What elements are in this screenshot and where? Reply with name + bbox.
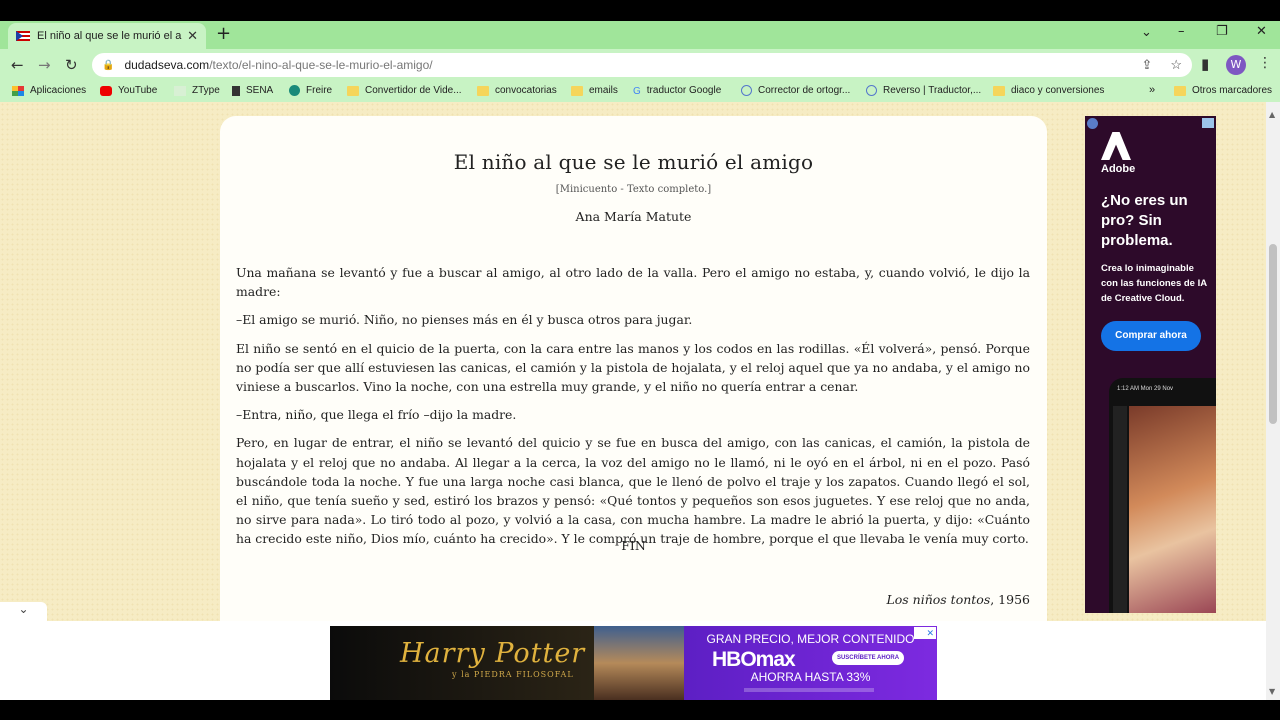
adobe-side-ad[interactable]: Adobe ¿No eres un pro? Sin problema. Cre… (1085, 116, 1216, 613)
reverso-icon (866, 85, 877, 96)
story-paragraph: –Entra, niño, que llega el frío –dijo la… (236, 407, 517, 423)
new-tab-button[interactable]: + (216, 23, 231, 44)
ad-info-icon[interactable] (1087, 118, 1098, 129)
more-bookmarks-chevron[interactable]: » (1149, 84, 1155, 96)
sena-icon (232, 85, 240, 96)
story-author[interactable]: Ana María Matute (220, 209, 1047, 224)
bookmark-sena[interactable]: SENA (232, 85, 273, 96)
tab-strip: El niño al que se le murió el amig ✕ + ⌄… (0, 21, 1280, 49)
bookmark-ztype[interactable]: ZType (174, 85, 220, 96)
bookmark-corrector[interactable]: Corrector de ortogr... (741, 85, 850, 96)
scroll-down-icon[interactable]: ▼ (1269, 687, 1275, 696)
hbo-fine-print (744, 688, 874, 692)
folder-icon (571, 85, 583, 96)
ad-body-text: Crea lo inimaginable con las funciones d… (1101, 263, 1207, 304)
bookmark-otros-marcadores[interactable]: Otros marcadores (1174, 85, 1272, 96)
story-body: Una mañana se levantó y fue a buscar al … (236, 263, 1030, 558)
lock-icon: 🔒 (102, 59, 115, 71)
bookmark-convertidor[interactable]: Convertidor de Vide... (347, 85, 462, 96)
story-source: Los niños tontos, 1956 (886, 592, 1030, 607)
hp-title: Harry Potter (400, 638, 586, 669)
hbo-max-logo: HBOmax (712, 648, 796, 671)
youtube-icon (100, 85, 112, 96)
scroll-up-icon[interactable]: ▲ (1269, 110, 1275, 119)
bookmark-aplicaciones[interactable]: Aplicaciones (12, 85, 86, 96)
back-arrow-icon[interactable]: ← (11, 56, 24, 74)
hbo-max-banner: GRAN PRECIO, MEJOR CONTENIDO HBOmax SUSC… (684, 626, 937, 700)
corrector-icon (741, 85, 752, 96)
tab-search-icon[interactable]: ⌄ (1141, 25, 1152, 40)
story-paragraph: Pero, en lugar de entrar, el niño se lev… (236, 435, 1030, 547)
maximize-icon[interactable]: ❐ (1216, 24, 1228, 39)
story-title: El niño al que se le murió el amigo (453, 150, 814, 174)
reload-icon[interactable]: ↻ (65, 56, 78, 74)
ad-close-icon[interactable] (1202, 118, 1214, 128)
story-card: El niño al que se le murió el amigo [Min… (220, 116, 1047, 621)
source-year: , 1956 (990, 592, 1030, 607)
bookmark-convocatorias[interactable]: convocatorias (477, 85, 557, 96)
bookmark-youtube[interactable]: YouTube (100, 85, 157, 96)
ad-buy-button[interactable]: Comprar ahora (1101, 321, 1201, 351)
source-book: Los niños tontos (886, 592, 991, 607)
story-paragraph: El niño se sentó en el quicio de la puer… (236, 340, 1030, 395)
bottom-banner-ad[interactable]: Harry Potter y la PIEDRA FILOSOFAL GRAN … (330, 626, 937, 700)
folder-icon (347, 85, 359, 96)
ad-phone-artwork (1129, 406, 1216, 613)
flag-favicon-icon (16, 31, 30, 41)
url-field[interactable]: 🔒 dudadseva.com/texto/el-nino-al-que-se-… (92, 53, 1192, 77)
bookmark-freire[interactable]: Freire (289, 85, 332, 96)
vertical-scrollbar[interactable]: ▲ ▼ (1266, 102, 1280, 700)
bookmark-star-icon[interactable]: ☆ (1170, 57, 1182, 73)
story-paragraph: Una mañana se levantó y fue a buscar al … (236, 265, 1030, 300)
adobe-logo-icon (1101, 132, 1131, 160)
page-viewport: El niño al que se le murió el amigo [Min… (0, 102, 1266, 621)
bookmark-traductor-google[interactable]: Gtraductor Google (633, 85, 721, 97)
harry-potter-banner: Harry Potter y la PIEDRA FILOSOFAL (330, 626, 594, 700)
apps-grid-icon (12, 85, 24, 96)
folder-icon (993, 85, 1005, 96)
ad-brand: Adobe (1101, 163, 1136, 175)
ad-close-icon[interactable]: ✕ (914, 627, 936, 639)
folder-icon (477, 85, 489, 96)
ad-phone-time: 1:12 AM Mon 29 Nov (1117, 386, 1174, 392)
ad-phone-image: 1:12 AM Mon 29 Nov (1109, 378, 1216, 613)
story-end-marker: FIN (621, 538, 646, 553)
minimize-icon[interactable]: – (1178, 24, 1185, 39)
freire-icon (289, 85, 300, 96)
url-host: dudadseva.com (124, 58, 210, 72)
bookmarks-bar: Aplicaciones YouTube ZType SENA Freire C… (0, 81, 1280, 102)
address-toolbar: ← → ↻ 🔒 dudadseva.com/texto/el-nino-al-q… (0, 49, 1280, 81)
ztype-icon (174, 85, 186, 96)
hp-poster-image (594, 626, 684, 700)
hbo-subscribe-button[interactable]: SUSCRÍBETE AHORA (832, 651, 904, 665)
bookmark-reverso[interactable]: Reverso | Traductor,... (866, 85, 981, 96)
tab-title: El niño al que se le murió el amig (37, 30, 182, 42)
tab-close-icon[interactable]: ✕ (187, 28, 198, 44)
google-icon: G (633, 85, 641, 97)
hbo-offer: AHORRA HASTA 33% (750, 670, 871, 684)
screen-bottom-border (0, 700, 1280, 720)
bookmark-emails[interactable]: emails (571, 85, 618, 96)
window-close-icon[interactable]: ✕ (1256, 24, 1267, 39)
story-subtitle: [Minicuento - Texto completo.] (555, 184, 712, 195)
folder-icon (1174, 85, 1186, 96)
menu-dots-icon[interactable]: ⋮ (1258, 55, 1272, 71)
ad-phone-toolbar (1113, 406, 1127, 613)
url-path: /texto/el-nino-al-que-se-le-murio-el-ami… (209, 58, 433, 72)
active-tab[interactable]: El niño al que se le murió el amig ✕ (8, 23, 206, 49)
screen-top-border (0, 0, 1280, 21)
profile-avatar[interactable]: W (1226, 55, 1246, 75)
side-panel-icon[interactable]: ▮ (1201, 55, 1209, 73)
ad-headline: ¿No eres un pro? Sin problema. (1101, 192, 1188, 249)
hp-subtitle: y la PIEDRA FILOSOFAL (452, 670, 574, 679)
collapse-chevron-icon[interactable]: ⌄ (0, 602, 47, 623)
scrollbar-thumb[interactable] (1269, 244, 1277, 424)
forward-arrow-icon[interactable]: → (38, 56, 51, 74)
share-icon[interactable]: ⇪ (1141, 57, 1152, 73)
hbo-headline: GRAN PRECIO, MEJOR CONTENIDO (706, 632, 915, 646)
story-paragraph: –El amigo se murió. Niño, no pienses más… (236, 312, 693, 328)
bookmark-diaco[interactable]: diaco y conversiones (993, 85, 1104, 96)
